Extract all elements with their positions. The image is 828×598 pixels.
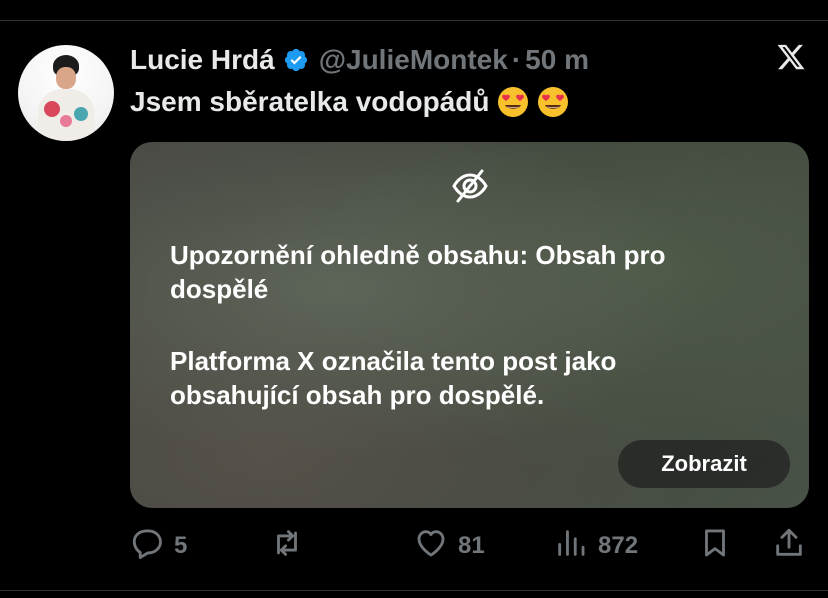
bookmark-button[interactable] (698, 526, 732, 566)
separator-dot: · (511, 44, 522, 75)
tweet-actions: 5 81 872 (130, 526, 809, 566)
handle[interactable]: @JulieMontek (319, 44, 508, 76)
bookmark-icon (698, 526, 732, 567)
bottom-divider (0, 590, 828, 591)
like-button[interactable]: 81 (414, 526, 485, 566)
views-bar-chart-icon (554, 526, 588, 567)
avatar[interactable] (18, 45, 114, 141)
heart-icon (414, 526, 448, 567)
show-content-button[interactable]: Zobrazit (618, 440, 790, 488)
heart-eyes-emoji-icon (497, 86, 529, 118)
reply-count: 5 (174, 532, 188, 559)
views-count: 872 (598, 532, 639, 559)
timestamp[interactable]: 50 m (525, 44, 589, 76)
share-icon (772, 526, 806, 567)
views-button[interactable]: 872 (554, 526, 638, 566)
reply-button[interactable]: 5 (130, 526, 187, 566)
top-divider (0, 20, 828, 21)
sensitive-media-card[interactable]: Upozornění ohledně obsahu: Obsah pro dos… (130, 142, 809, 508)
eye-slash-icon (450, 166, 490, 206)
tweet-header: Lucie Hrdá @JulieMontek · 50 m (130, 40, 589, 80)
retweet-button[interactable] (270, 526, 314, 566)
content-warning-body: Platforma X označila tento post jako obs… (170, 346, 617, 410)
like-count: 81 (458, 532, 485, 559)
retweet-icon (270, 526, 304, 567)
verified-badge-icon (283, 47, 309, 73)
content-warning-title: Upozornění ohledně obsahu: Obsah pro dos… (170, 240, 666, 304)
tweet-frame: Lucie Hrdá @JulieMontek · 50 m Jsem sběr… (0, 0, 828, 598)
x-logo-icon[interactable] (776, 42, 806, 72)
tweet-text-content: Jsem sběratelka vodopádů (130, 86, 490, 117)
reply-icon (130, 526, 164, 567)
heart-eyes-emoji-icon (537, 86, 569, 118)
share-button[interactable] (772, 526, 806, 566)
tweet-text: Jsem sběratelka vodopádů (130, 86, 569, 118)
display-name[interactable]: Lucie Hrdá (130, 44, 275, 76)
